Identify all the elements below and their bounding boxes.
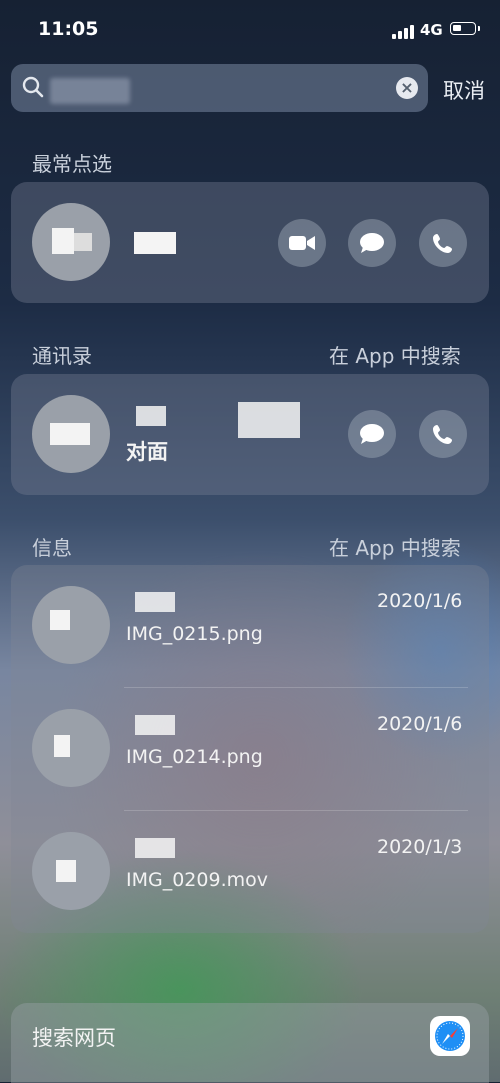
cancel-button[interactable]: 取消 <box>443 75 485 105</box>
list-item[interactable]: 2020/1/6 IMG_0214.png <box>11 688 489 810</box>
contacts-search-in-app-link[interactable]: 在 App 中搜索 <box>329 340 461 369</box>
messages-search-in-app-link[interactable]: 在 App 中搜索 <box>329 532 461 561</box>
safari-icon <box>430 1016 470 1056</box>
list-item[interactable]: 2020/1/3 IMG_0209.mov <box>11 811 489 933</box>
avatar <box>32 832 110 910</box>
section-title-contacts: 通讯录 <box>32 344 92 368</box>
sender-name-redacted <box>135 838 175 858</box>
network-type: 4G <box>420 21 443 39</box>
battery-icon <box>450 22 476 35</box>
battery-tip <box>478 26 480 31</box>
contact-name-redacted <box>238 402 300 438</box>
message-date: 2020/1/6 <box>377 590 463 612</box>
message-icon <box>360 424 384 444</box>
clear-icon[interactable]: × <box>396 77 418 99</box>
search-icon <box>22 76 44 98</box>
phone-icon <box>433 234 452 253</box>
message-attachment: IMG_0214.png <box>126 746 263 768</box>
message-attachment: IMG_0209.mov <box>126 869 268 891</box>
contact-name-redacted <box>136 406 166 426</box>
message-attachment: IMG_0215.png <box>126 623 263 645</box>
avatar <box>32 203 110 281</box>
sender-name-redacted <box>135 592 175 612</box>
video-icon <box>289 236 315 250</box>
contact-name-redacted <box>134 232 176 254</box>
video-call-button[interactable] <box>278 219 326 267</box>
section-title-messages: 信息 <box>32 536 72 560</box>
search-web-label: 搜索网页 <box>32 1026 116 1050</box>
status-time: 11:05 <box>38 18 99 40</box>
message-date: 2020/1/3 <box>377 836 463 858</box>
list-item[interactable]: 2020/1/6 IMG_0215.png <box>11 565 489 687</box>
phone-icon <box>433 425 452 444</box>
sender-name-redacted <box>135 715 175 735</box>
signal-icon <box>392 25 414 39</box>
section-title-top-hits: 最常点选 <box>32 152 112 176</box>
contact-name: 对面 <box>126 440 168 464</box>
avatar <box>32 586 110 664</box>
message-button[interactable] <box>348 410 396 458</box>
message-button[interactable] <box>348 219 396 267</box>
message-icon <box>360 233 384 253</box>
message-date: 2020/1/6 <box>377 713 463 735</box>
avatar <box>32 709 110 787</box>
phone-button[interactable] <box>419 219 467 267</box>
search-query-redacted <box>50 78 130 104</box>
phone-button[interactable] <box>419 410 467 458</box>
avatar <box>32 395 110 473</box>
